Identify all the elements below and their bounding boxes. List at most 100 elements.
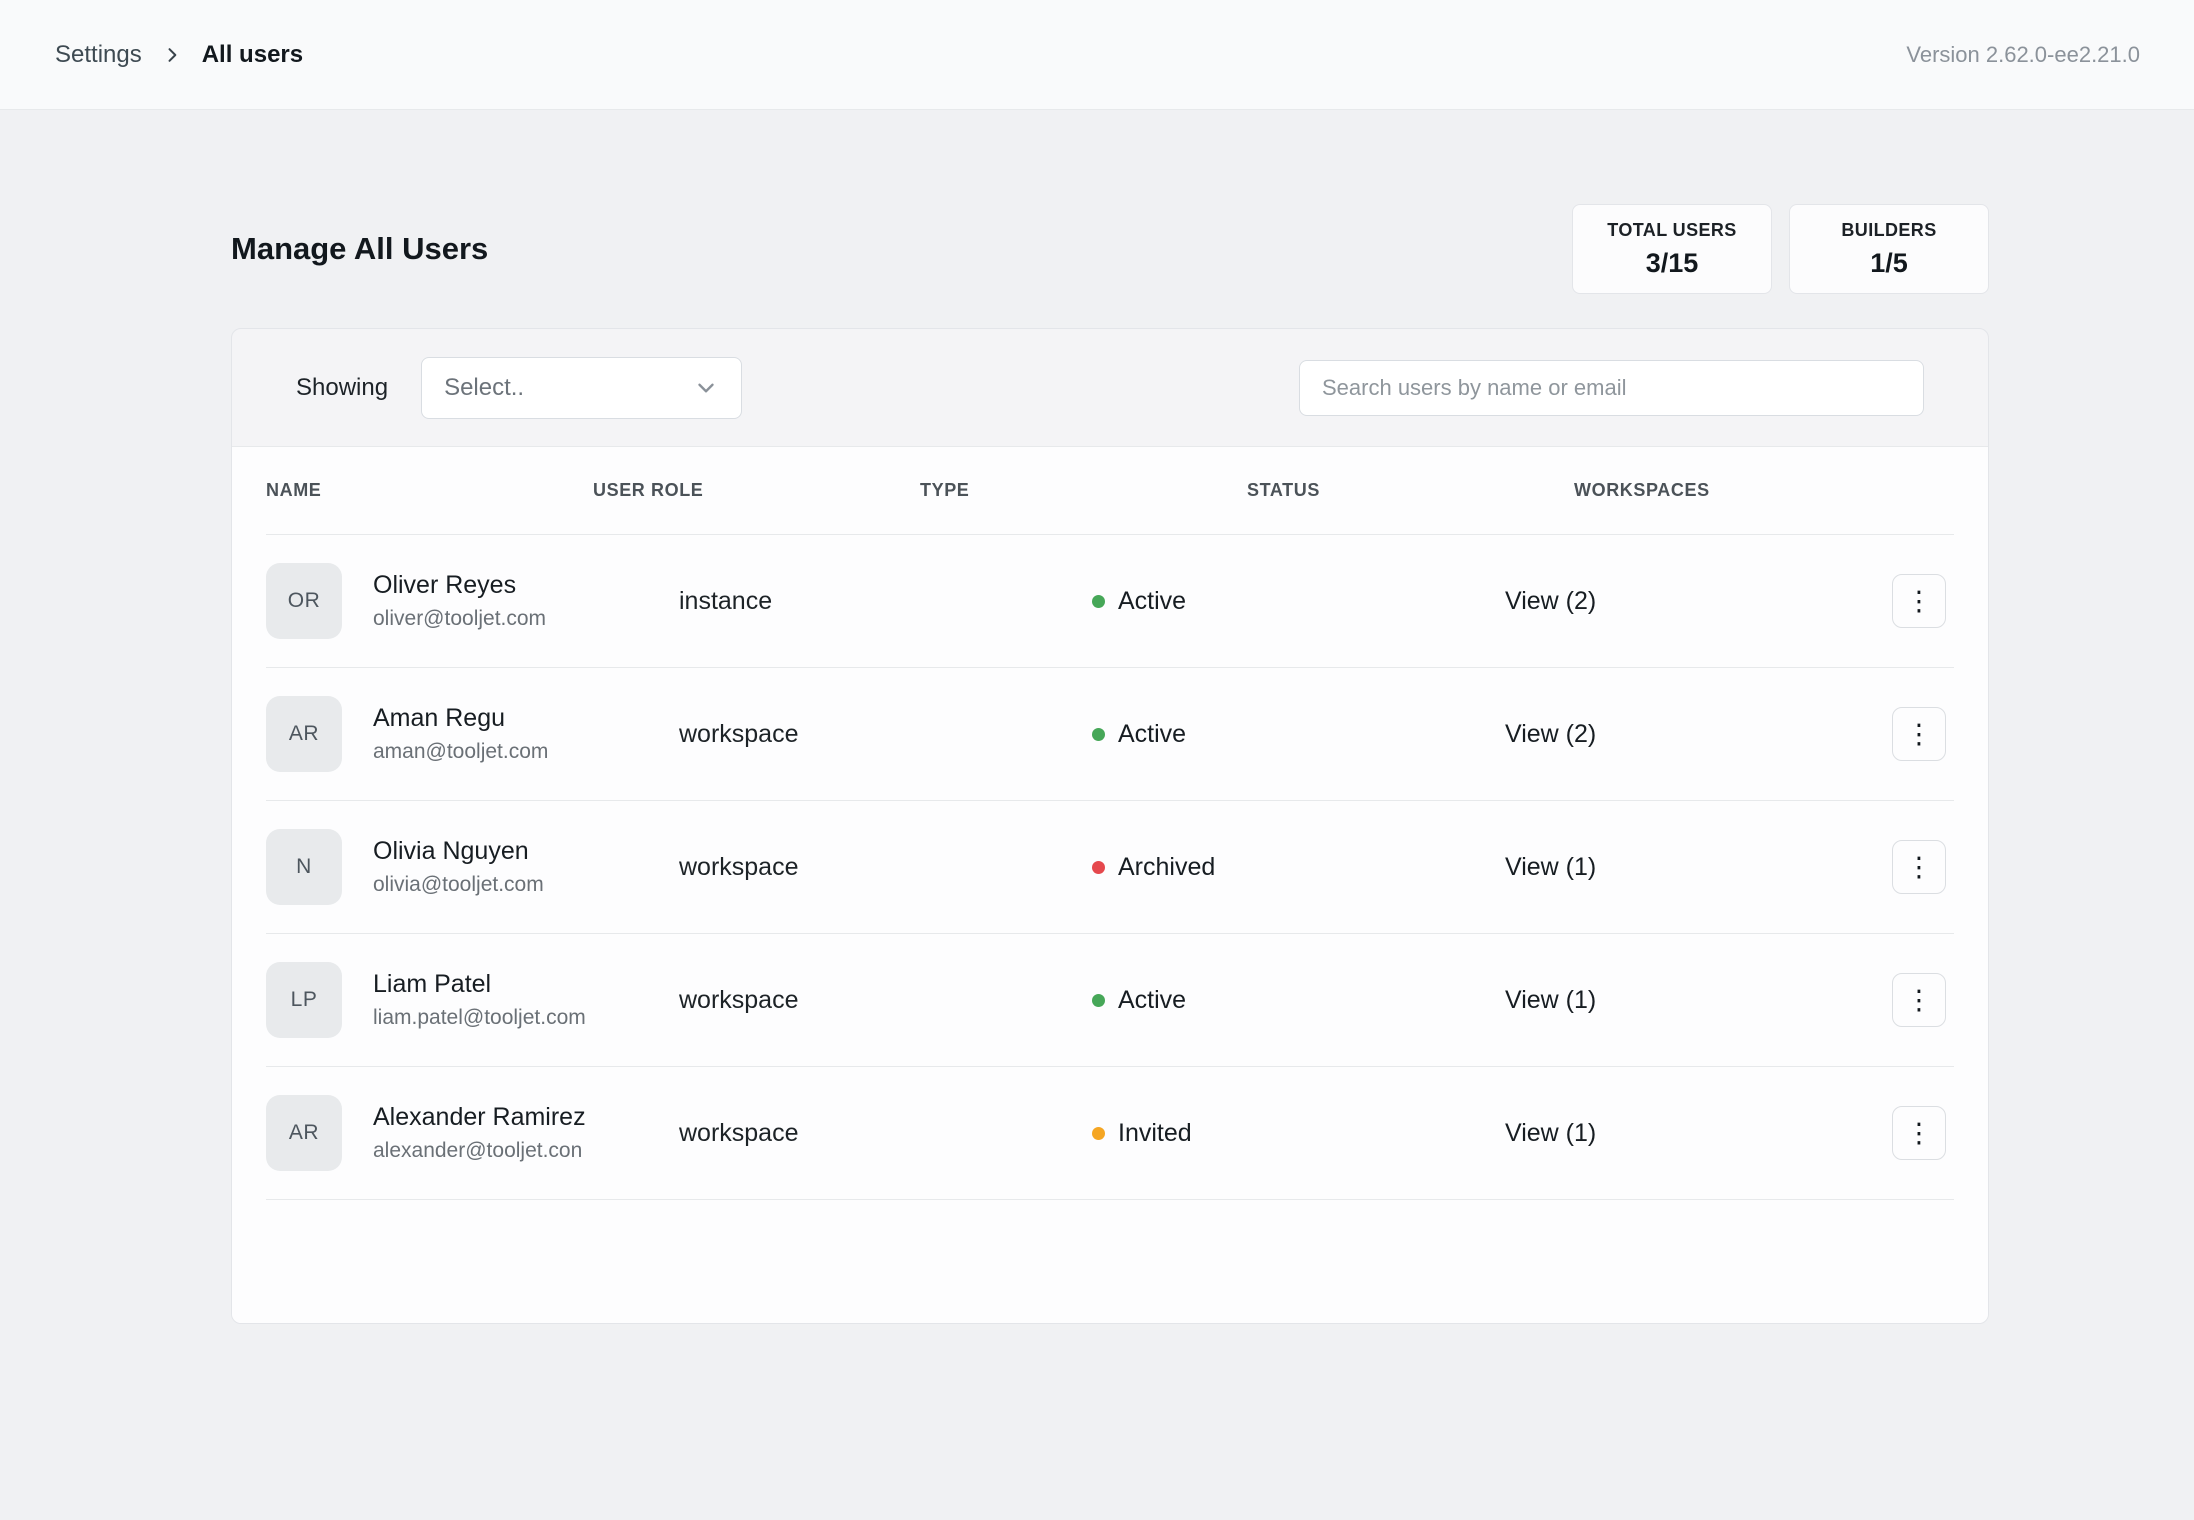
avatar-initials: AR (289, 1121, 319, 1145)
user-name: Aman Regu (373, 704, 548, 733)
name-block: Oliver Reyes oliver@tooljet.com (373, 571, 546, 631)
name-cell: OR Oliver Reyes oliver@tooljet.com (266, 563, 679, 639)
main-content: Manage All Users TOTAL USERS 3/15 BUILDE… (0, 204, 2194, 1324)
name-cell: AR Alexander Ramirez alexander@tooljet.c… (266, 1095, 679, 1171)
total-users-card: TOTAL USERS 3/15 (1572, 204, 1772, 294)
column-header: NAME (266, 480, 593, 501)
name-cell: N Olivia Nguyen olivia@tooljet.com (266, 829, 679, 905)
breadcrumb-settings[interactable]: Settings (55, 41, 142, 69)
status-dot (1092, 861, 1105, 874)
name-cell: LP Liam Patel liam.patel@tooljet.com (266, 962, 679, 1038)
table-row: N Olivia Nguyen olivia@tooljet.com works… (266, 801, 1954, 934)
column-header: TYPE (920, 480, 1247, 501)
table-row: OR Oliver Reyes oliver@tooljet.com insta… (266, 535, 1954, 668)
user-role: workspace (679, 853, 1092, 882)
topbar: Settings All users Version 2.62.0-ee2.21… (0, 0, 2194, 110)
avatar: LP (266, 962, 342, 1038)
user-status: Active (1092, 986, 1505, 1015)
user-status: Archived (1092, 853, 1505, 882)
name-block: Alexander Ramirez alexander@tooljet.con (373, 1103, 586, 1163)
avatar-initials: AR (289, 722, 319, 746)
total-users-label: TOTAL USERS (1607, 220, 1736, 241)
row-menu-button[interactable]: ⋮ (1892, 840, 1946, 894)
user-name: Alexander Ramirez (373, 1103, 586, 1132)
kebab-icon: ⋮ (1906, 1120, 1933, 1147)
builders-value: 1/5 (1870, 248, 1908, 279)
filter-select-value: Select.. (444, 374, 524, 402)
status-dot (1092, 595, 1105, 608)
status-label: Active (1118, 720, 1186, 749)
status-dot (1092, 994, 1105, 1007)
row-menu-button[interactable]: ⋮ (1892, 707, 1946, 761)
avatar-initials: N (296, 855, 312, 879)
row-menu-button[interactable]: ⋮ (1892, 1106, 1946, 1160)
user-role: workspace (679, 986, 1092, 1015)
table-row: AR Aman Regu aman@tooljet.com workspace … (266, 668, 1954, 801)
workspaces-view-link[interactable]: View (2) (1505, 587, 1918, 616)
avatar: OR (266, 563, 342, 639)
user-email: olivia@tooljet.com (373, 873, 544, 897)
user-name: Liam Patel (373, 970, 586, 999)
user-name: Olivia Nguyen (373, 837, 544, 866)
user-email: liam.patel@tooljet.com (373, 1006, 586, 1030)
user-status: Invited (1092, 1119, 1505, 1148)
status-label: Active (1118, 986, 1186, 1015)
avatar: AR (266, 696, 342, 772)
workspaces-view-link[interactable]: View (2) (1505, 720, 1918, 749)
kebab-icon: ⋮ (1906, 987, 1933, 1014)
stats-cards: TOTAL USERS 3/15 BUILDERS 1/5 (1572, 204, 1989, 294)
users-table: NAMEUSER ROLETYPESTATUSWORKSPACES OR Oli… (232, 446, 1988, 1323)
user-email: alexander@tooljet.con (373, 1139, 586, 1163)
name-block: Liam Patel liam.patel@tooljet.com (373, 970, 586, 1030)
builders-card: BUILDERS 1/5 (1789, 204, 1989, 294)
table-body: OR Oliver Reyes oliver@tooljet.com insta… (266, 535, 1954, 1200)
workspaces-view-link[interactable]: View (1) (1505, 1119, 1918, 1148)
workspaces-view-link[interactable]: View (1) (1505, 986, 1918, 1015)
table-row: AR Alexander Ramirez alexander@tooljet.c… (266, 1067, 1954, 1200)
kebab-icon: ⋮ (1906, 854, 1933, 881)
breadcrumb-all-users: All users (202, 41, 303, 69)
status-label: Invited (1118, 1119, 1192, 1148)
avatar: AR (266, 1095, 342, 1171)
avatar: N (266, 829, 342, 905)
user-status: Active (1092, 587, 1505, 616)
user-name: Oliver Reyes (373, 571, 546, 600)
column-header: WORKSPACES (1574, 480, 1901, 501)
column-header: USER ROLE (593, 480, 920, 501)
users-panel: Showing Select.. NAMEUSER ROLETYPESTATUS… (231, 328, 1989, 1324)
status-label: Active (1118, 587, 1186, 616)
total-users-value: 3/15 (1646, 248, 1699, 279)
builders-label: BUILDERS (1841, 220, 1936, 241)
chevron-right-icon (162, 45, 182, 65)
avatar-initials: OR (288, 589, 321, 613)
filter-select[interactable]: Select.. (421, 357, 742, 419)
version-label: Version 2.62.0-ee2.21.0 (1906, 42, 2140, 68)
name-cell: AR Aman Regu aman@tooljet.com (266, 696, 679, 772)
user-role: workspace (679, 720, 1092, 749)
row-menu-button[interactable]: ⋮ (1892, 574, 1946, 628)
kebab-icon: ⋮ (1906, 721, 1933, 748)
table-row: LP Liam Patel liam.patel@tooljet.com wor… (266, 934, 1954, 1067)
status-label: Archived (1118, 853, 1215, 882)
avatar-initials: LP (291, 988, 318, 1012)
breadcrumb: Settings All users (55, 41, 303, 69)
row-menu-button[interactable]: ⋮ (1892, 973, 1946, 1027)
page-header: Manage All Users TOTAL USERS 3/15 BUILDE… (231, 204, 1989, 294)
table-header-row: NAMEUSER ROLETYPESTATUSWORKSPACES (266, 447, 1954, 535)
user-status: Active (1092, 720, 1505, 749)
column-header: STATUS (1247, 480, 1574, 501)
status-dot (1092, 728, 1105, 741)
status-dot (1092, 1127, 1105, 1140)
user-role: workspace (679, 1119, 1092, 1148)
name-block: Aman Regu aman@tooljet.com (373, 704, 548, 764)
name-block: Olivia Nguyen olivia@tooljet.com (373, 837, 544, 897)
user-role: instance (679, 587, 1092, 616)
user-email: aman@tooljet.com (373, 740, 548, 764)
page-title: Manage All Users (231, 231, 488, 267)
workspaces-view-link[interactable]: View (1) (1505, 853, 1918, 882)
showing-label: Showing (296, 374, 388, 402)
kebab-icon: ⋮ (1906, 588, 1933, 615)
search-input[interactable] (1299, 360, 1924, 416)
user-email: oliver@tooljet.com (373, 607, 546, 631)
filter-bar: Showing Select.. (232, 329, 1988, 446)
